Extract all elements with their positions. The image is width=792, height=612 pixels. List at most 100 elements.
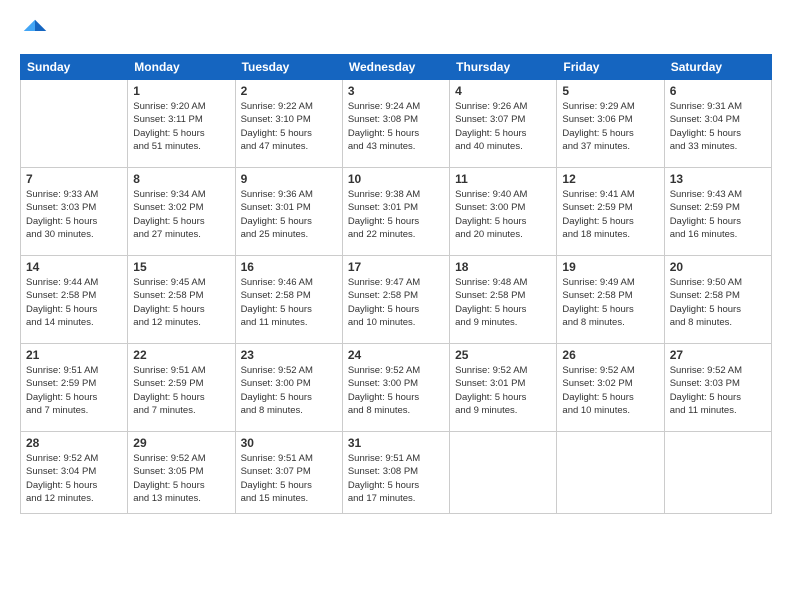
day-number: 11 xyxy=(455,172,551,186)
header-cell-tuesday: Tuesday xyxy=(235,55,342,80)
day-info: Sunrise: 9:47 AM Sunset: 2:58 PM Dayligh… xyxy=(348,276,444,329)
day-number: 15 xyxy=(133,260,229,274)
cell-1-6: 13 Sunrise: 9:43 AM Sunset: 2:59 PM Dayli… xyxy=(664,168,771,256)
day-info: Sunrise: 9:22 AM Sunset: 3:10 PM Dayligh… xyxy=(241,100,337,153)
header-cell-saturday: Saturday xyxy=(664,55,771,80)
day-info: Sunrise: 9:33 AM Sunset: 3:03 PM Dayligh… xyxy=(26,188,122,241)
cell-1-0: 7 Sunrise: 9:33 AM Sunset: 3:03 PM Daylig… xyxy=(21,168,128,256)
day-number: 18 xyxy=(455,260,551,274)
day-number: 10 xyxy=(348,172,444,186)
cell-0-2: 2 Sunrise: 9:22 AM Sunset: 3:10 PM Daylig… xyxy=(235,80,342,168)
cell-0-1: 1Sunrise: 9:20 AM Sunset: 3:11 PM Daylig… xyxy=(128,80,235,168)
day-number: 21 xyxy=(26,348,122,362)
day-number: 1 xyxy=(133,84,229,98)
week-row-3: 21 Sunrise: 9:51 AM Sunset: 2:59 PM Dayli… xyxy=(21,344,772,432)
cell-2-6: 20Sunrise: 9:50 AM Sunset: 2:58 PM Dayli… xyxy=(664,256,771,344)
day-info: Sunrise: 9:52 AM Sunset: 3:01 PM Dayligh… xyxy=(455,364,551,417)
cell-4-6 xyxy=(664,432,771,514)
day-number: 28 xyxy=(26,436,122,450)
day-number: 3 xyxy=(348,84,444,98)
cell-1-2: 9Sunrise: 9:36 AM Sunset: 3:01 PM Daylig… xyxy=(235,168,342,256)
day-info: Sunrise: 9:31 AM Sunset: 3:04 PM Dayligh… xyxy=(670,100,766,153)
header xyxy=(20,16,772,46)
day-number: 30 xyxy=(241,436,337,450)
cell-2-5: 19 Sunrise: 9:49 AM Sunset: 2:58 PM Dayli… xyxy=(557,256,664,344)
day-info: Sunrise: 9:48 AM Sunset: 2:58 PM Dayligh… xyxy=(455,276,551,329)
day-info: Sunrise: 9:44 AM Sunset: 2:58 PM Dayligh… xyxy=(26,276,122,329)
day-number: 7 xyxy=(26,172,122,186)
day-number: 8 xyxy=(133,172,229,186)
day-info: Sunrise: 9:24 AM Sunset: 3:08 PM Dayligh… xyxy=(348,100,444,153)
cell-0-3: 3 Sunrise: 9:24 AM Sunset: 3:08 PM Daylig… xyxy=(342,80,449,168)
cell-1-4: 11 Sunrise: 9:40 AM Sunset: 3:00 PM Dayli… xyxy=(450,168,557,256)
header-row: SundayMondayTuesdayWednesdayThursdayFrid… xyxy=(21,55,772,80)
cell-3-1: 22Sunrise: 9:51 AM Sunset: 2:59 PM Dayli… xyxy=(128,344,235,432)
cell-2-4: 18 Sunrise: 9:48 AM Sunset: 2:58 PM Dayli… xyxy=(450,256,557,344)
calendar-header: SundayMondayTuesdayWednesdayThursdayFrid… xyxy=(21,55,772,80)
cell-2-2: 16 Sunrise: 9:46 AM Sunset: 2:58 PM Dayli… xyxy=(235,256,342,344)
day-info: Sunrise: 9:52 AM Sunset: 3:02 PM Dayligh… xyxy=(562,364,658,417)
logo xyxy=(20,16,54,46)
day-number: 16 xyxy=(241,260,337,274)
week-row-2: 14 Sunrise: 9:44 AM Sunset: 2:58 PM Dayli… xyxy=(21,256,772,344)
day-number: 14 xyxy=(26,260,122,274)
header-cell-thursday: Thursday xyxy=(450,55,557,80)
cell-4-4 xyxy=(450,432,557,514)
day-info: Sunrise: 9:41 AM Sunset: 2:59 PM Dayligh… xyxy=(562,188,658,241)
cell-4-1: 29Sunrise: 9:52 AM Sunset: 3:05 PM Dayli… xyxy=(128,432,235,514)
header-cell-sunday: Sunday xyxy=(21,55,128,80)
day-number: 4 xyxy=(455,84,551,98)
day-number: 27 xyxy=(670,348,766,362)
day-info: Sunrise: 9:38 AM Sunset: 3:01 PM Dayligh… xyxy=(348,188,444,241)
day-info: Sunrise: 9:46 AM Sunset: 2:58 PM Dayligh… xyxy=(241,276,337,329)
cell-0-4: 4Sunrise: 9:26 AM Sunset: 3:07 PM Daylig… xyxy=(450,80,557,168)
cell-0-0 xyxy=(21,80,128,168)
day-info: Sunrise: 9:51 AM Sunset: 3:08 PM Dayligh… xyxy=(348,452,444,505)
header-cell-friday: Friday xyxy=(557,55,664,80)
day-info: Sunrise: 9:51 AM Sunset: 2:59 PM Dayligh… xyxy=(26,364,122,417)
cell-4-3: 31Sunrise: 9:51 AM Sunset: 3:08 PM Dayli… xyxy=(342,432,449,514)
cell-1-1: 8 Sunrise: 9:34 AM Sunset: 3:02 PM Daylig… xyxy=(128,168,235,256)
cell-4-5 xyxy=(557,432,664,514)
cell-3-5: 26 Sunrise: 9:52 AM Sunset: 3:02 PM Dayli… xyxy=(557,344,664,432)
day-number: 13 xyxy=(670,172,766,186)
day-number: 2 xyxy=(241,84,337,98)
day-number: 6 xyxy=(670,84,766,98)
day-number: 24 xyxy=(348,348,444,362)
day-number: 20 xyxy=(670,260,766,274)
day-info: Sunrise: 9:52 AM Sunset: 3:00 PM Dayligh… xyxy=(241,364,337,417)
day-number: 12 xyxy=(562,172,658,186)
day-info: Sunrise: 9:43 AM Sunset: 2:59 PM Dayligh… xyxy=(670,188,766,241)
day-info: Sunrise: 9:34 AM Sunset: 3:02 PM Dayligh… xyxy=(133,188,229,241)
cell-4-0: 28 Sunrise: 9:52 AM Sunset: 3:04 PM Dayli… xyxy=(21,432,128,514)
calendar-body: 1Sunrise: 9:20 AM Sunset: 3:11 PM Daylig… xyxy=(21,80,772,514)
day-info: Sunrise: 9:52 AM Sunset: 3:03 PM Dayligh… xyxy=(670,364,766,417)
cell-3-4: 25 Sunrise: 9:52 AM Sunset: 3:01 PM Dayli… xyxy=(450,344,557,432)
day-info: Sunrise: 9:52 AM Sunset: 3:04 PM Dayligh… xyxy=(26,452,122,505)
cell-2-1: 15 Sunrise: 9:45 AM Sunset: 2:58 PM Dayli… xyxy=(128,256,235,344)
cell-1-5: 12 Sunrise: 9:41 AM Sunset: 2:59 PM Dayli… xyxy=(557,168,664,256)
week-row-4: 28 Sunrise: 9:52 AM Sunset: 3:04 PM Dayli… xyxy=(21,432,772,514)
day-number: 25 xyxy=(455,348,551,362)
day-info: Sunrise: 9:45 AM Sunset: 2:58 PM Dayligh… xyxy=(133,276,229,329)
day-info: Sunrise: 9:52 AM Sunset: 3:00 PM Dayligh… xyxy=(348,364,444,417)
cell-1-3: 10 Sunrise: 9:38 AM Sunset: 3:01 PM Dayli… xyxy=(342,168,449,256)
day-info: Sunrise: 9:36 AM Sunset: 3:01 PM Dayligh… xyxy=(241,188,337,241)
day-info: Sunrise: 9:52 AM Sunset: 3:05 PM Dayligh… xyxy=(133,452,229,505)
header-cell-monday: Monday xyxy=(128,55,235,80)
day-info: Sunrise: 9:51 AM Sunset: 3:07 PM Dayligh… xyxy=(241,452,337,505)
day-number: 23 xyxy=(241,348,337,362)
day-number: 19 xyxy=(562,260,658,274)
cell-3-2: 23 Sunrise: 9:52 AM Sunset: 3:00 PM Dayli… xyxy=(235,344,342,432)
day-number: 26 xyxy=(562,348,658,362)
cell-2-0: 14 Sunrise: 9:44 AM Sunset: 2:58 PM Dayli… xyxy=(21,256,128,344)
day-info: Sunrise: 9:40 AM Sunset: 3:00 PM Dayligh… xyxy=(455,188,551,241)
day-info: Sunrise: 9:49 AM Sunset: 2:58 PM Dayligh… xyxy=(562,276,658,329)
cell-2-3: 17Sunrise: 9:47 AM Sunset: 2:58 PM Dayli… xyxy=(342,256,449,344)
logo-icon xyxy=(20,16,50,46)
cell-3-0: 21 Sunrise: 9:51 AM Sunset: 2:59 PM Dayli… xyxy=(21,344,128,432)
header-cell-wednesday: Wednesday xyxy=(342,55,449,80)
cell-4-2: 30 Sunrise: 9:51 AM Sunset: 3:07 PM Dayli… xyxy=(235,432,342,514)
day-number: 5 xyxy=(562,84,658,98)
week-row-1: 7 Sunrise: 9:33 AM Sunset: 3:03 PM Daylig… xyxy=(21,168,772,256)
